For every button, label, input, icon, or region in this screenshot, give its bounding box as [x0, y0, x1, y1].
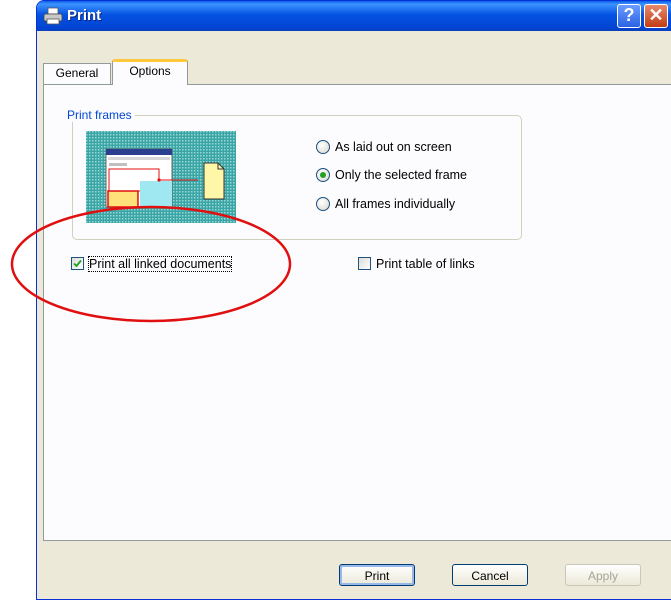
close-button[interactable]: ✕	[644, 4, 668, 28]
tab-general[interactable]: General	[43, 63, 111, 84]
tab-options[interactable]: Options	[112, 59, 188, 85]
printer-icon	[43, 7, 63, 25]
help-button[interactable]: ?	[617, 4, 641, 28]
checkbox-label: Print all linked documents	[87, 256, 233, 272]
close-icon: ✕	[648, 5, 664, 25]
radio-button[interactable]	[316, 140, 330, 154]
radio-label: All frames individually	[335, 197, 456, 211]
radio-label: Only the selected frame	[335, 168, 468, 182]
tab-label: General	[55, 66, 99, 80]
tab-label: Options	[129, 64, 171, 78]
radio-label: As laid out on screen	[335, 140, 452, 154]
title-bar[interactable]: Print ? ✕	[37, 1, 671, 31]
radio-button[interactable]	[316, 197, 330, 211]
help-icon: ?	[623, 5, 635, 25]
print-dialog: Print ? ✕ General Options Print frames A…	[36, 0, 671, 600]
print-frames-legend: Print frames	[64, 108, 135, 122]
print-button[interactable]: Print	[339, 564, 415, 586]
checkbox-label: Print table of links	[376, 257, 475, 271]
checkbox-box[interactable]	[358, 257, 371, 270]
cancel-button[interactable]: Cancel	[452, 564, 528, 586]
checkmark-icon	[73, 259, 82, 268]
frames-preview-icon	[86, 131, 236, 223]
checkbox-box[interactable]	[71, 257, 84, 270]
options-panel: Print frames As laid out on screen Only …	[43, 84, 671, 541]
apply-button[interactable]: Apply	[565, 564, 641, 586]
window-title: Print	[67, 7, 102, 24]
radio-button[interactable]	[316, 168, 330, 182]
